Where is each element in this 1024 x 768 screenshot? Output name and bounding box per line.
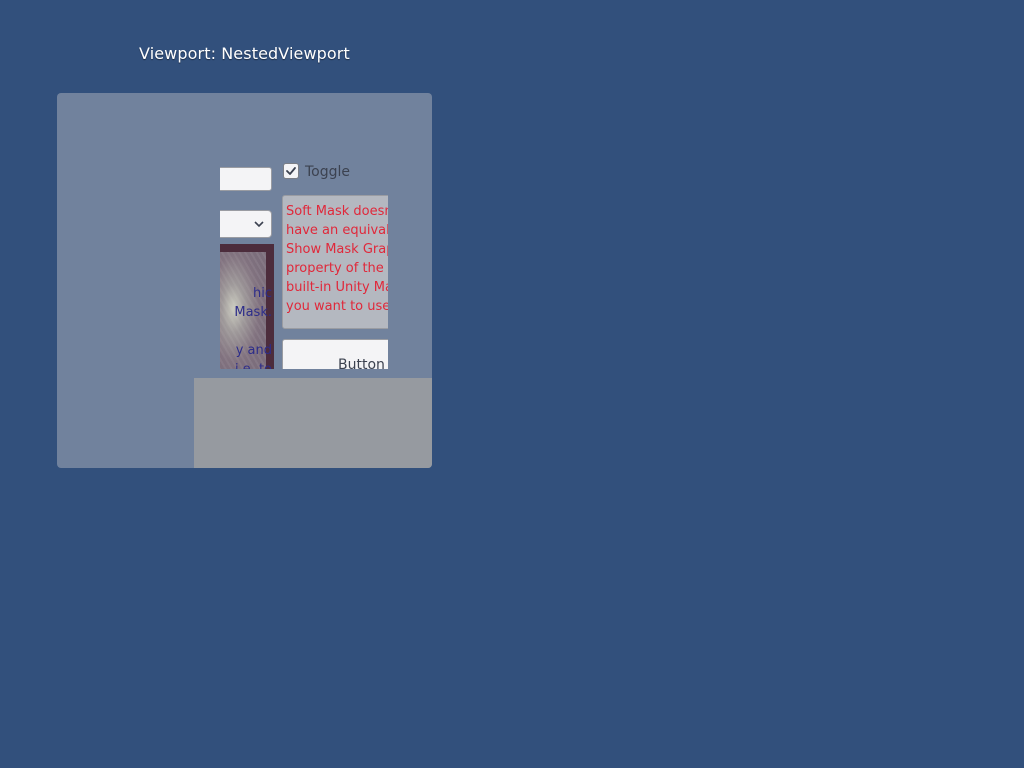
masked-image: hic Mask. y and i.e. to [220,244,274,369]
viewport-content: Toggle hic Mask. y and i.e. to Soft Mask… [220,157,388,369]
info-text-panel: Soft Mask doesn't have an equivalent Sho… [282,195,388,329]
nested-viewport-panel: Toggle hic Mask. y and i.e. to Soft Mask… [57,93,432,468]
overlay-panel [194,378,432,468]
button-label: Button [338,357,385,369]
toggle-label[interactable]: Toggle [305,164,350,180]
toggle-checkbox[interactable] [283,163,299,179]
button[interactable]: Button [282,339,388,369]
masked-image-text: hic Mask. y and i.e. to [234,286,272,369]
info-text: Soft Mask doesn't have an equivalent Sho… [286,204,388,314]
check-icon [286,167,296,175]
dropdown[interactable] [220,210,272,238]
chevron-down-icon [254,221,264,228]
input-field[interactable] [220,167,272,191]
viewport-title: Viewport: NestedViewport [139,44,350,63]
